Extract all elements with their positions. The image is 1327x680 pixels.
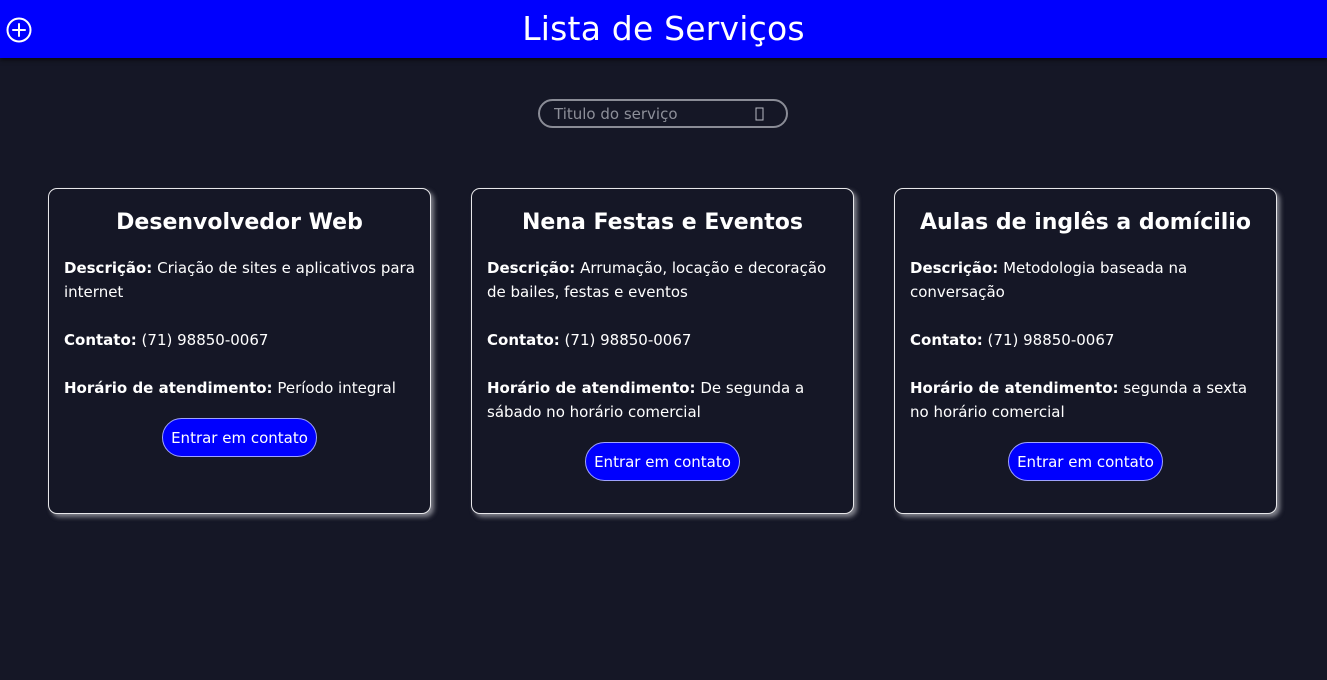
service-title: Nena Festas e Eventos [521,210,804,235]
hours-label: Horário de atendimento: [910,379,1119,397]
service-card: Aulas de inglês a domícilio Descrição: M… [894,188,1277,514]
service-title: Desenvolvedor Web [116,210,363,235]
contact-button[interactable]: Entrar em contato [585,442,740,481]
service-contact: Contato: (71) 98850-0067 [64,328,415,352]
contact-value: (71) 98850-0067 [141,331,269,349]
search-box [538,99,788,128]
hours-label: Horário de atendimento: [64,379,273,397]
contact-value: (71) 98850-0067 [987,331,1115,349]
contact-button[interactable]: Entrar em contato [1008,442,1163,481]
hours-label: Horário de atendimento: [487,379,696,397]
contact-button[interactable]: Entrar em contato [162,418,317,457]
contact-label: Contato: [910,331,983,349]
contact-value: (71) 98850-0067 [564,331,692,349]
service-hours: Horário de atendimento: Período integral [64,376,415,400]
service-description: Descrição: Criação de sites e aplicativo… [64,256,415,304]
service-contact: Contato: (71) 98850-0067 [910,328,1261,352]
service-description: Descrição: Metodologia baseada na conver… [910,256,1261,304]
hours-value: Período integral [277,379,396,397]
page-title: Lista de Serviços [522,9,805,48]
service-hours: Horário de atendimento: segunda a sexta … [910,376,1261,424]
service-card: Desenvolvedor Web Descrição: Criação de … [48,188,431,514]
contact-label: Contato: [487,331,560,349]
service-card: Nena Festas e Eventos Descrição: Arrumaç… [471,188,854,514]
service-description: Descrição: Arrumação, locação e decoraçã… [487,256,838,304]
top-bar: Lista de Serviços [0,0,1327,58]
description-label: Descrição: [910,259,999,277]
search-input[interactable] [554,104,744,124]
service-title: Aulas de inglês a domícilio [920,210,1251,235]
service-contact: Contato: (71) 98850-0067 [487,328,838,352]
description-label: Descrição: [487,259,576,277]
search-icon[interactable] [752,105,768,123]
description-label: Descrição: [64,259,153,277]
contact-label: Contato: [64,331,137,349]
service-hours: Horário de atendimento: De segunda a sáb… [487,376,838,424]
